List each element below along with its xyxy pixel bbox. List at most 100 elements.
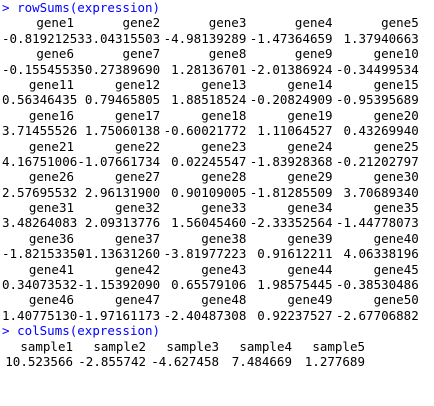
gene-row-sum: 0.02245547 <box>171 153 247 169</box>
rowsums-output: gene1 gene2 gene3 gene4 gene5 -0.81921253 3.04… <box>2 15 434 323</box>
gene-value-row: 1.40775130 -1.97161173 -2.40487308 0.922375… <box>2 308 434 323</box>
gene-row-sum: 3.70689340 <box>343 184 419 200</box>
gene-row-sum: -1.15392090 <box>77 277 161 293</box>
gene-name-row: gene26 gene27 gene28 gene29 gene30 <box>2 169 434 184</box>
gene-name: gene10 <box>373 46 419 62</box>
sample-col-sum: 10.523566 <box>5 353 73 369</box>
gene-row-sum: 1.56045460 <box>171 215 247 231</box>
gene-name: gene38 <box>201 230 247 246</box>
gene-name-row: gene41 gene42 gene43 gene44 gene45 <box>2 262 434 277</box>
gene-name: gene46 <box>28 292 74 308</box>
gene-row-sum: -1.81285509 <box>249 184 333 200</box>
gene-name: gene5 <box>381 15 419 31</box>
gene-name: gene9 <box>294 46 333 62</box>
gene-value-row: 3.48264083 2.09313776 1.56045460 -2.3335256… <box>2 215 434 230</box>
gene-value-row: 3.71455526 1.75060138 -0.60021772 1.1106452… <box>2 123 434 138</box>
gene-value-row: -0.81921253 3.04315503 -4.98139289 -1.47364… <box>2 31 434 46</box>
gene-name: gene35 <box>373 200 419 216</box>
gene-row-sum: -0.38530486 <box>335 277 419 293</box>
gene-name: gene7 <box>122 46 161 62</box>
gene-value-row: 0.34073532 -1.15392090 0.65579106 1.9857544… <box>2 277 434 292</box>
gene-row-sum: 3.71455526 <box>2 123 78 139</box>
sample-col-sum: -2.855742 <box>78 353 146 369</box>
gene-name: gene12 <box>115 76 161 92</box>
gene-row-sum: 1.75060138 <box>84 123 161 139</box>
gene-row-sum: -0.34499534 <box>335 61 419 77</box>
gene-name: gene31 <box>28 200 74 216</box>
gene-name: gene48 <box>201 292 247 308</box>
gene-row-sum: 2.57695532 <box>2 184 78 200</box>
gene-name-row: gene11 gene12 gene13 gene14 gene15 <box>2 77 434 92</box>
gene-row-sum: -2.33352564 <box>249 215 333 231</box>
gene-row-sum: -2.40487308 <box>163 307 247 323</box>
command-line-colsums: > colSums(expression) <box>2 323 434 338</box>
gene-row-sum: -4.98139289 <box>163 30 247 46</box>
gene-row-sum: -2.67706882 <box>335 307 419 323</box>
sample-name-row: sample1 sample2 sample3 sample4 sample5 <box>2 339 434 354</box>
gene-value-row: -0.15545535 -0.27389690 1.28136701 -2.01386… <box>2 62 434 77</box>
command-text: colSums(expression) <box>10 323 161 339</box>
gene-name-row: gene31 gene32 gene33 gene34 gene35 <box>2 200 434 215</box>
gene-name: gene26 <box>28 169 74 185</box>
gene-row-sum: 3.04315503 <box>84 30 161 46</box>
gene-name: gene27 <box>115 169 161 185</box>
sample-name: sample5 <box>312 338 365 354</box>
command-line-rowsums: > rowSums(expression) <box>2 0 434 15</box>
gene-row-sum: 1.98575445 <box>257 277 333 293</box>
gene-name: gene18 <box>201 107 247 123</box>
colsums-command: colSums(expression) <box>17 323 161 339</box>
sample-value-row: 10.523566 -2.855742 -4.627458 7.484669 1.277… <box>2 354 434 369</box>
gene-name-row: gene46 gene47 gene48 gene49 gene50 <box>2 292 434 307</box>
gene-row-sum: -3.81977223 <box>163 246 247 262</box>
gene-row-sum: 1.37940663 <box>343 30 419 46</box>
sample-name: sample2 <box>93 338 146 354</box>
gene-row-sum: -1.97161173 <box>77 307 161 323</box>
gene-name: gene4 <box>294 15 333 31</box>
gene-row-sum: -1.83928368 <box>249 153 333 169</box>
gene-name: gene47 <box>115 292 161 308</box>
gene-name: gene22 <box>115 138 161 154</box>
gene-name: gene21 <box>28 138 74 154</box>
gene-name: gene32 <box>115 200 161 216</box>
gene-value-row: 2.57695532 2.96131900 0.90109005 -1.8128550… <box>2 185 434 200</box>
gene-row-sum: 1.40775130 <box>2 307 78 323</box>
sample-col-sum: 7.484669 <box>231 353 292 369</box>
colsums-output: sample1 sample2 sample3 sample4 sample5 10.52… <box>2 339 434 370</box>
gene-row-sum: -1.47364659 <box>249 30 333 46</box>
gene-name-row: gene21 gene22 gene23 gene24 gene25 <box>2 139 434 154</box>
gene-name: gene40 <box>373 230 419 246</box>
gene-row-sum: 0.34073532 <box>2 277 78 293</box>
gene-row-sum: -0.20824909 <box>249 92 333 108</box>
gene-name: gene29 <box>287 169 333 185</box>
gene-name: gene36 <box>28 230 74 246</box>
gene-name: gene44 <box>287 261 333 277</box>
gene-name: gene39 <box>287 230 333 246</box>
gene-row-sum: -0.21202797 <box>335 153 419 169</box>
gene-row-sum: 4.16751006 <box>2 153 78 169</box>
gene-row-sum: 1.28136701 <box>171 61 247 77</box>
gene-name: gene24 <box>287 138 333 154</box>
gene-name: gene42 <box>115 261 161 277</box>
gene-row-sum: -1.82153350 <box>2 246 85 262</box>
gene-name: gene16 <box>28 107 74 123</box>
gene-name: gene2 <box>122 15 161 31</box>
sample-name: sample4 <box>239 338 292 354</box>
gene-name: gene17 <box>115 107 161 123</box>
r-console[interactable]: > rowSums(expression) gene1 gene2 gene3 gen… <box>0 0 434 406</box>
gene-row-sum: -1.13631260 <box>77 246 161 262</box>
gene-name-row: gene36 gene37 gene38 gene39 gene40 <box>2 231 434 246</box>
gene-row-sum: -0.95395689 <box>335 92 419 108</box>
gene-name: gene13 <box>201 76 247 92</box>
gene-name: gene1 <box>36 15 74 31</box>
gene-row-sum: 0.65579106 <box>171 277 247 293</box>
sample-col-sum: -4.627458 <box>151 353 219 369</box>
gene-row-sum: 0.79465805 <box>84 92 161 108</box>
gene-name-row: gene16 gene17 gene18 gene19 gene20 <box>2 108 434 123</box>
gene-name: gene45 <box>373 261 419 277</box>
gene-name: gene37 <box>115 230 161 246</box>
gene-name: gene49 <box>287 292 333 308</box>
gene-row-sum: -0.60021772 <box>163 123 247 139</box>
prompt-symbol: > <box>2 323 10 339</box>
sample-name: sample1 <box>20 338 73 354</box>
gene-row-sum: 0.56346435 <box>2 92 78 108</box>
